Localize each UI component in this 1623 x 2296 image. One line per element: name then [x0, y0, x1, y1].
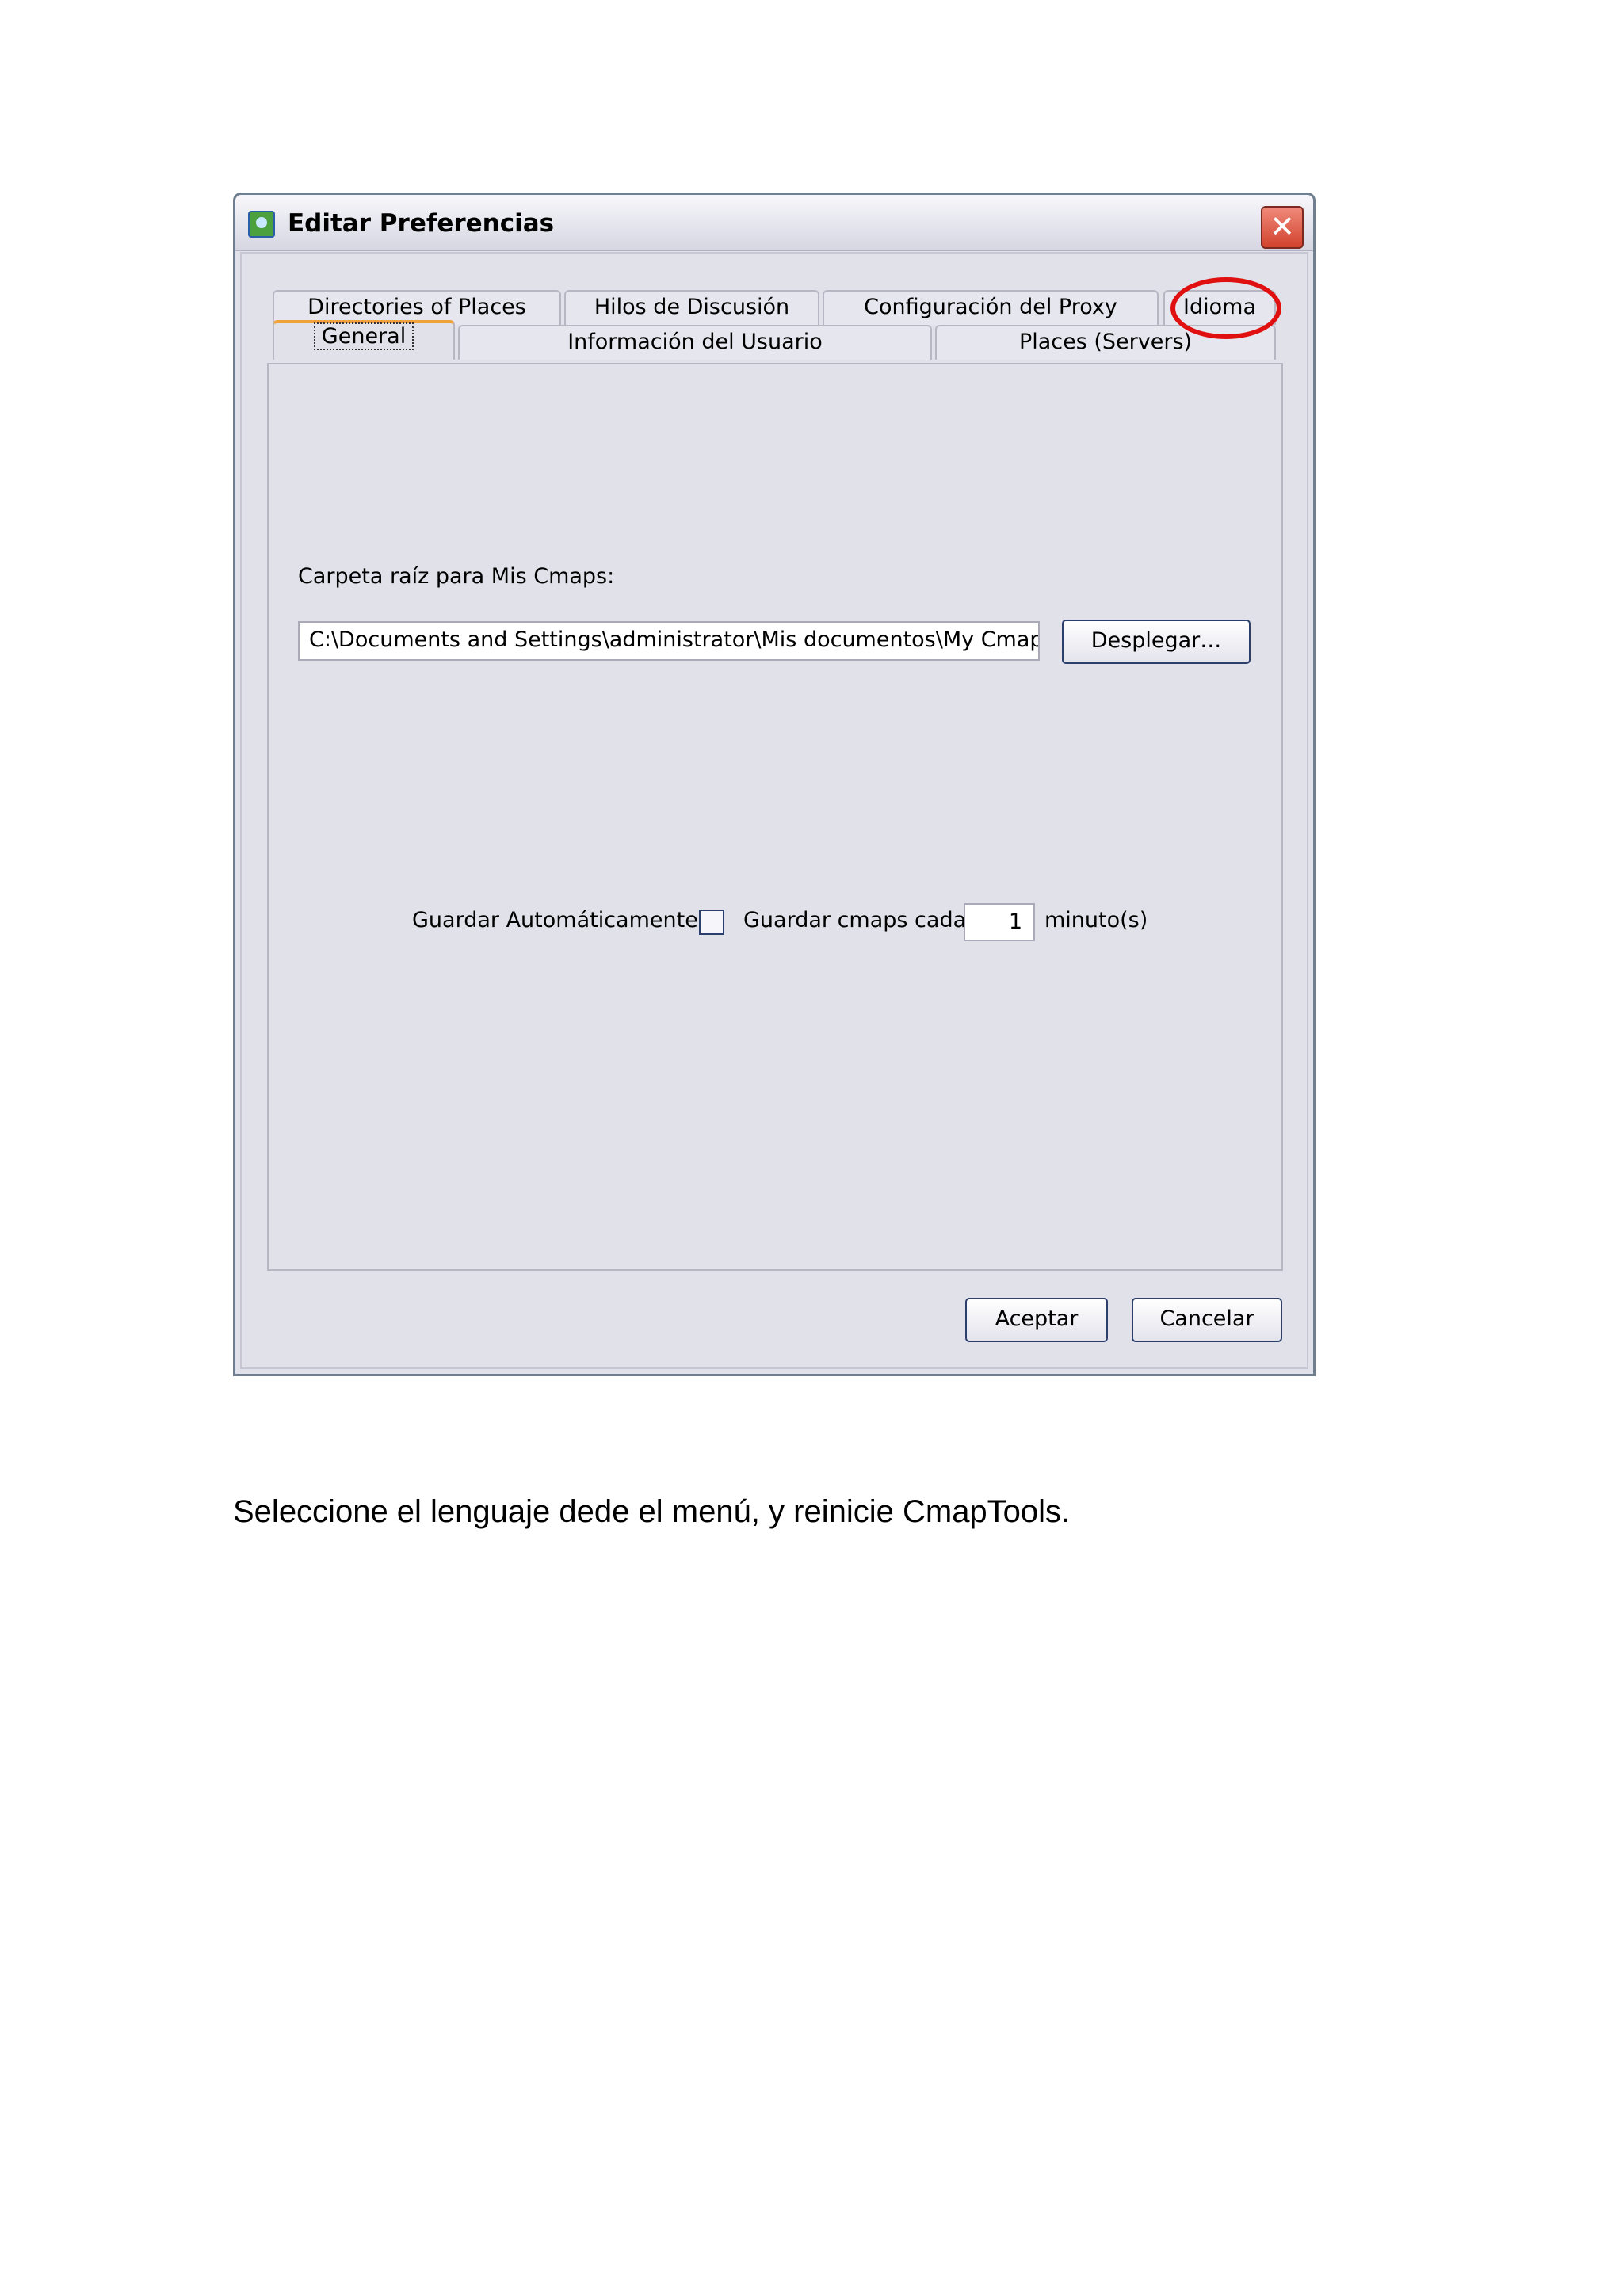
- tab-label: Hilos de Discusión: [594, 295, 790, 319]
- root-folder-field[interactable]: C:\Documents and Settings\administrator\…: [298, 621, 1040, 661]
- minutes-unit-label: minuto(s): [1044, 908, 1148, 933]
- tab-label: Información del Usuario: [567, 330, 823, 354]
- tab-informacion-del-usuario[interactable]: Información del Usuario: [458, 325, 932, 360]
- general-tab-panel: [267, 363, 1283, 1271]
- window-title: Editar Preferencias: [288, 209, 555, 238]
- instruction-caption: Seleccione el lenguaje dede el menú, y r…: [233, 1494, 1071, 1529]
- close-button[interactable]: ✕: [1261, 206, 1304, 249]
- ok-button[interactable]: Aceptar: [965, 1298, 1108, 1342]
- cmaptools-app-icon: [248, 211, 275, 238]
- cancel-button[interactable]: Cancelar: [1132, 1298, 1282, 1342]
- tab-label: Places (Servers): [1018, 330, 1193, 354]
- autosave-minutes-field[interactable]: 1: [964, 903, 1035, 941]
- tab-general[interactable]: General: [273, 320, 455, 360]
- root-folder-label: Carpeta raíz para Mis Cmaps:: [298, 564, 615, 589]
- title-bar[interactable]: Editar Preferencias ✕: [235, 195, 1313, 251]
- autosave-label: Guardar Automáticamente:: [412, 908, 705, 933]
- tab-hilos-de-discusion[interactable]: Hilos de Discusión: [564, 290, 819, 325]
- browse-button[interactable]: Desplegar…: [1062, 620, 1251, 664]
- tab-label: Configuración del Proxy: [864, 295, 1117, 319]
- tab-label: General: [313, 322, 414, 350]
- tab-label: Directories of Places: [307, 295, 526, 319]
- autosave-checkbox[interactable]: [699, 910, 724, 935]
- tab-configuracion-del-proxy[interactable]: Configuración del Proxy: [823, 290, 1159, 325]
- highlight-circle-annotation: [1170, 277, 1281, 339]
- autosave-every-label: Guardar cmaps cada: [743, 908, 967, 933]
